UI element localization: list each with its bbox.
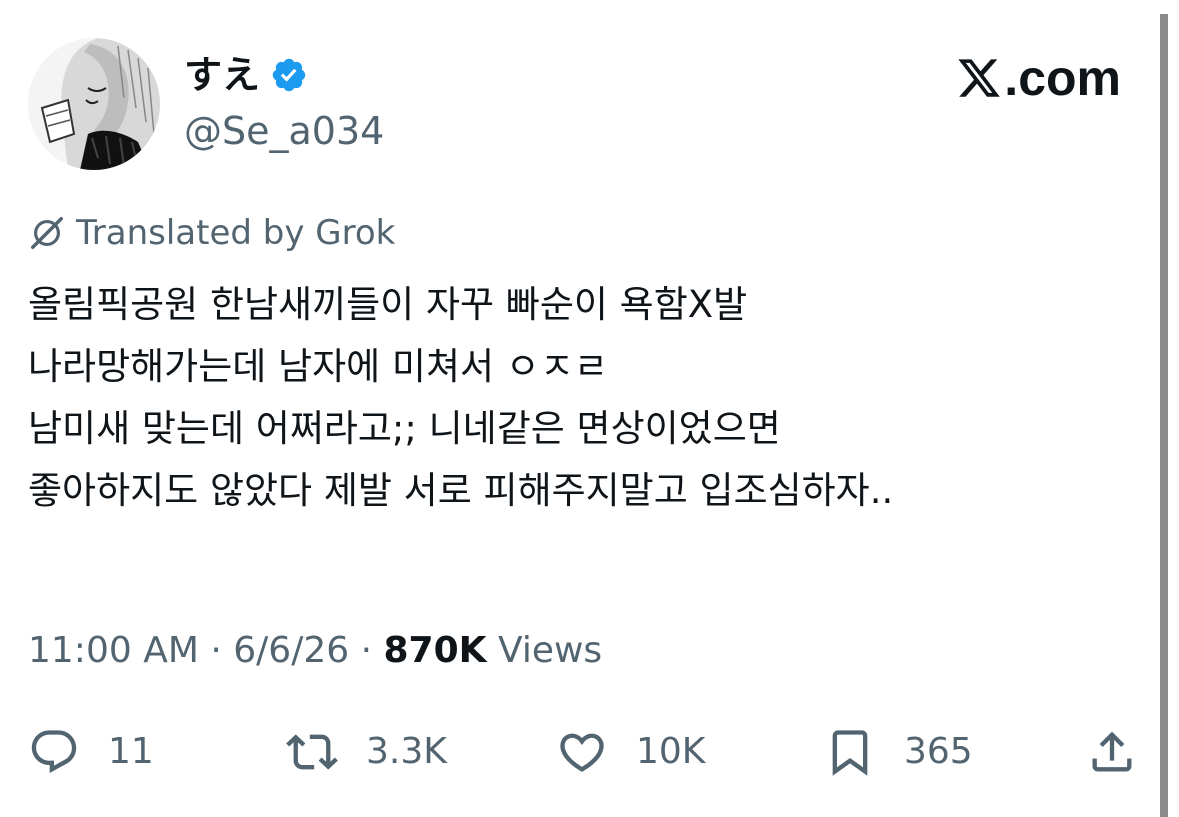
reply-icon — [31, 730, 77, 774]
grok-icon — [31, 217, 63, 249]
avatar-illustration — [28, 38, 160, 170]
like-button[interactable]: 10K — [556, 722, 705, 782]
translation-label: Translated by Grok — [76, 213, 396, 253]
tweet-line: 좋아하지도 않았다 제발 서로 피해주지말고 입조심하자.. — [28, 469, 894, 512]
author-name-row[interactable]: すえ — [184, 52, 308, 98]
avatar[interactable] — [28, 38, 160, 170]
tweet-time[interactable]: 11:00 AM — [28, 630, 199, 671]
tweet-line: 나라망해가는데 남자에 미쳐서 ㅇㅈㄹ — [28, 345, 608, 388]
author-handle[interactable]: @Se_a034 — [184, 108, 384, 154]
x-logo-icon — [958, 59, 1001, 97]
verified-badge-icon[interactable] — [270, 56, 308, 94]
views-count: 870K — [383, 630, 487, 671]
reply-count: 11 — [108, 731, 154, 772]
bookmark-icon — [832, 730, 868, 776]
share-icon — [1092, 731, 1132, 772]
meta-separator: · — [210, 630, 222, 671]
bookmark-button[interactable]: 365 — [824, 722, 973, 782]
heart-icon — [560, 733, 604, 772]
repost-button[interactable]: 3.3K — [286, 722, 447, 782]
reply-button[interactable]: 11 — [28, 722, 154, 782]
tweet-line: 올림픽공원 한남새끼들이 자꾸 빠순이 욕함X발 — [28, 283, 748, 326]
meta-separator: · — [360, 630, 373, 671]
tweet-line: 남미새 맞는데 어쩌라고;; 니네같은 면상이었으면 — [28, 407, 781, 450]
repost-count: 3.3K — [366, 731, 447, 772]
tweet-date[interactable]: 6/6/26 — [233, 630, 349, 671]
tweet-meta: 11:00 AM · 6/6/26 · 870K Views — [28, 628, 602, 674]
brand-domain: .com — [1004, 50, 1121, 106]
scrollbar[interactable] — [1160, 14, 1168, 817]
share-button[interactable] — [1086, 722, 1138, 782]
repost-icon — [286, 734, 338, 770]
like-count: 10K — [636, 731, 706, 772]
brand-logo: .com — [956, 50, 1121, 106]
bookmark-count: 365 — [904, 731, 973, 772]
translation-notice[interactable]: Translated by Grok — [28, 210, 395, 256]
action-bar: 11 3.3K 10K 365 — [28, 722, 1148, 782]
author-display-name[interactable]: すえ — [184, 52, 260, 98]
tweet-text: 올림픽공원 한남새끼들이 자꾸 빠순이 욕함X발 나라망해가는데 남자에 미쳐서… — [28, 274, 1138, 522]
views-label: Views — [497, 630, 603, 671]
